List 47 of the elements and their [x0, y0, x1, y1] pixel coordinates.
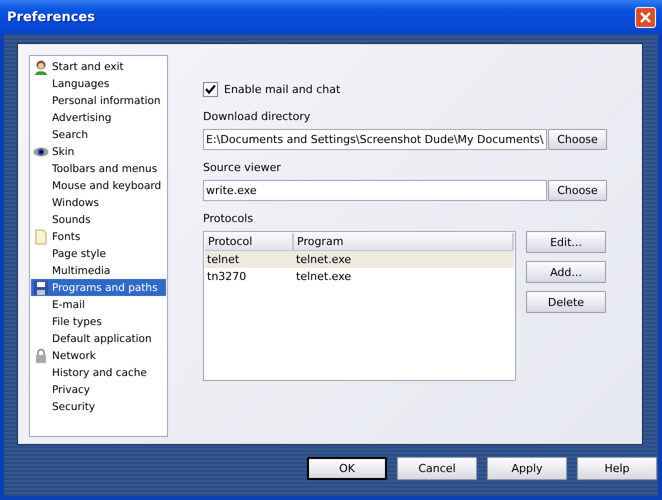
sidebar-item[interactable]: Advertising: [31, 109, 166, 126]
sidebar-item[interactable]: Start and exit: [31, 58, 166, 75]
checkbox[interactable]: [203, 82, 218, 96]
window-title: Preferences: [7, 10, 95, 24]
sidebar-item[interactable]: Sounds: [31, 211, 166, 228]
sidebar-item[interactable]: Windows: [31, 194, 166, 211]
sidebar-item[interactable]: Security: [31, 398, 166, 415]
checkbox-label: Enable mail and chat: [224, 82, 340, 96]
table-action-button[interactable]: Edit...: [526, 231, 606, 253]
person-icon: [33, 58, 49, 74]
sidebar-item[interactable]: Search: [31, 126, 166, 143]
column-header[interactable]: Program: [294, 233, 514, 251]
close-button[interactable]: [635, 6, 656, 28]
sidebar-item[interactable]: Toolbars and menus: [31, 160, 166, 177]
text-field[interactable]: write.exe: [203, 180, 547, 201]
sidebar-item[interactable]: Skin: [31, 143, 166, 160]
field-label: Download directory: [203, 110, 310, 125]
sidebar-item[interactable]: Personal information: [31, 92, 166, 109]
sidebar-item[interactable]: Mouse and keyboard: [31, 177, 166, 194]
section-label: Protocols: [203, 212, 254, 227]
text-field[interactable]: E:\Documents and Settings\Screenshot Dude\My Documents\: [203, 129, 547, 150]
document-icon: [33, 228, 49, 244]
dialog-button[interactable]: Help: [577, 457, 657, 480]
choose-button[interactable]: Choose: [548, 129, 607, 150]
sidebar-item[interactable]: Languages: [31, 75, 166, 92]
sidebar-item[interactable]: E-mail: [31, 296, 166, 313]
sidebar-item[interactable]: Page style: [31, 245, 166, 262]
sidebar-item[interactable]: Fonts: [31, 228, 166, 245]
sidebar-item[interactable]: Default application: [31, 330, 166, 347]
sidebar-item[interactable]: Multimedia: [31, 262, 166, 279]
padlock-icon: [33, 348, 49, 364]
sidebar-item[interactable]: File types: [31, 313, 166, 330]
sidebar-item[interactable]: Network: [31, 347, 166, 364]
table-action-button[interactable]: Add...: [526, 261, 606, 283]
choose-button[interactable]: Choose: [548, 180, 607, 201]
column-header[interactable]: Protocol: [205, 233, 294, 251]
dialog-button[interactable]: Apply: [487, 457, 567, 480]
dialog-button[interactable]: OK: [307, 457, 387, 480]
sidebar-item[interactable]: Privacy: [31, 381, 166, 398]
field-label: Source viewer: [203, 161, 281, 176]
close-icon: [639, 10, 652, 24]
sidebar-item[interactable]: Programs and paths: [31, 279, 166, 296]
sidebar-item[interactable]: History and cache: [31, 364, 166, 381]
table-row[interactable]: tn3270 telnet.exe: [205, 268, 514, 285]
dialog-button[interactable]: Cancel: [397, 457, 477, 480]
table-action-button[interactable]: Delete: [526, 291, 606, 313]
table-row[interactable]: telnet telnet.exe: [205, 251, 514, 268]
